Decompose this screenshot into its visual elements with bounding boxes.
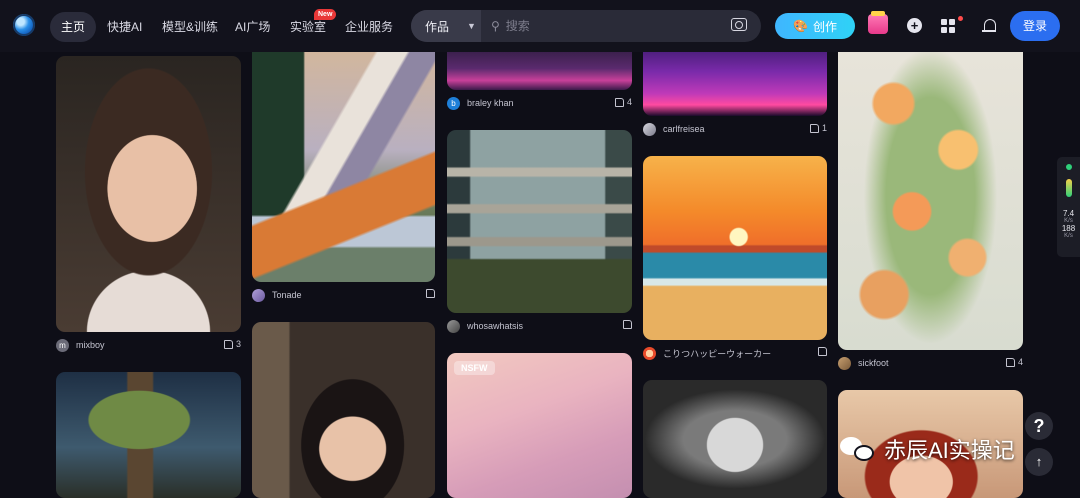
author-name[interactable]: こりつハッピーウォーカー: [663, 347, 771, 360]
like-button[interactable]: [818, 347, 827, 356]
add-icon[interactable]: +: [907, 18, 922, 33]
top-navigation-bar: 主页 快捷AI 模型&训练 AI广场 实验室 New 企业服务 作品 ▼ ⚲ 🎨…: [0, 0, 1080, 52]
help-button[interactable]: ?: [1025, 412, 1053, 440]
card-meta: m mixboy 3: [56, 337, 241, 353]
card-meta: carlfreisea 1: [643, 121, 827, 137]
download-unit: K/s: [1064, 233, 1073, 239]
avatar[interactable]: [643, 346, 656, 360]
thumb-up-icon: [614, 97, 624, 107]
artwork-image-portrait-girl[interactable]: [56, 56, 241, 332]
usage-bar: [1065, 179, 1072, 197]
new-badge: New: [314, 9, 337, 20]
back-to-top-button[interactable]: ↑: [1025, 448, 1053, 476]
like-button[interactable]: [426, 289, 435, 298]
nav-home[interactable]: 主页: [50, 12, 97, 42]
like-button[interactable]: 1: [809, 123, 827, 133]
gift-icon[interactable]: [868, 11, 888, 34]
card-meta: whosawhatsis: [447, 318, 632, 334]
artwork-image-mountain-forest[interactable]: [252, 42, 435, 282]
artwork-image-neon-city[interactable]: [643, 42, 827, 116]
artwork-image-anime-girl[interactable]: [252, 322, 435, 498]
nav-ai-square[interactable]: AI广场: [224, 12, 281, 42]
nav-models-training[interactable]: 模型&训练: [151, 12, 229, 42]
avatar[interactable]: [447, 319, 460, 333]
watermark-text: 赤辰AI实操记: [884, 438, 1015, 463]
upload-speed: 7.4: [1062, 209, 1075, 218]
search-type-select[interactable]: 作品 ▼: [411, 10, 481, 42]
nsfw-badge: NSFW: [454, 361, 495, 375]
notification-dot: [958, 16, 963, 21]
thumb-up-icon: [1005, 357, 1015, 367]
like-button[interactable]: [623, 320, 632, 329]
create-button[interactable]: 🎨 创作: [775, 13, 855, 39]
card-meta: sickfoot 4: [838, 355, 1023, 371]
artwork-image-giant-tree[interactable]: [56, 372, 241, 498]
nav-quick-ai[interactable]: 快捷AI: [96, 12, 153, 42]
artwork-image-nsfw-blurred[interactable]: NSFW: [447, 353, 632, 498]
author-name[interactable]: sickfoot: [858, 358, 889, 368]
status-dot: [1065, 164, 1072, 170]
artwork-image-modern-building[interactable]: [447, 130, 632, 313]
like-count: 4: [1017, 357, 1023, 367]
author-name[interactable]: braley khan: [467, 98, 514, 108]
author-name[interactable]: mixboy: [76, 340, 105, 350]
create-label: 创作: [812, 19, 837, 34]
wechat-watermark: 赤辰AI实操记: [838, 432, 1015, 466]
search-icon: ⚲: [491, 19, 500, 33]
like-button[interactable]: 3: [223, 339, 241, 349]
like-button[interactable]: 4: [614, 97, 632, 107]
avatar[interactable]: [838, 356, 851, 370]
like-count: 1: [821, 123, 827, 133]
avatar[interactable]: b: [447, 96, 460, 110]
thumb-up-icon: [223, 339, 233, 349]
thumb-up-icon: [809, 123, 819, 133]
search-bar: 作品 ▼ ⚲: [411, 10, 761, 42]
thumb-up-icon: [426, 289, 435, 298]
download-speed: 188: [1061, 224, 1076, 233]
author-name[interactable]: carlfreisea: [663, 124, 705, 134]
artwork-image-sunset-beach[interactable]: [643, 156, 827, 340]
card-meta: こりつハッピーウォーカー: [643, 345, 827, 361]
camera-icon[interactable]: [731, 18, 747, 31]
avatar[interactable]: [252, 288, 265, 302]
chevron-down-icon: ▼: [467, 21, 476, 31]
bell-icon[interactable]: [982, 19, 996, 32]
artwork-image-armored-angel[interactable]: [643, 380, 827, 498]
artwork-image-watercolor-flowers[interactable]: [838, 42, 1023, 350]
logo-icon[interactable]: [13, 14, 35, 36]
search-type-label: 作品: [425, 19, 450, 34]
palette-icon: 🎨: [793, 19, 808, 33]
avatar[interactable]: [643, 122, 656, 136]
thumb-up-icon: [623, 320, 632, 329]
network-speed-widget: 7.4 K/s 188 K/s: [1057, 157, 1080, 257]
like-count: 3: [235, 339, 241, 349]
apps-grid-icon[interactable]: [941, 19, 955, 33]
author-name[interactable]: Tonade: [272, 290, 302, 300]
nav-enterprise[interactable]: 企业服务: [334, 12, 404, 42]
thumb-up-icon: [818, 347, 827, 356]
avatar[interactable]: m: [56, 338, 69, 352]
card-meta: Tonade: [252, 287, 435, 303]
search-input[interactable]: [505, 19, 716, 33]
like-count: 4: [626, 97, 632, 107]
wechat-icon: [838, 434, 878, 464]
author-name[interactable]: whosawhatsis: [467, 321, 523, 331]
like-button[interactable]: 4: [1005, 357, 1023, 367]
login-button[interactable]: 登录: [1010, 11, 1060, 41]
card-meta: b braley khan 4: [447, 95, 632, 111]
